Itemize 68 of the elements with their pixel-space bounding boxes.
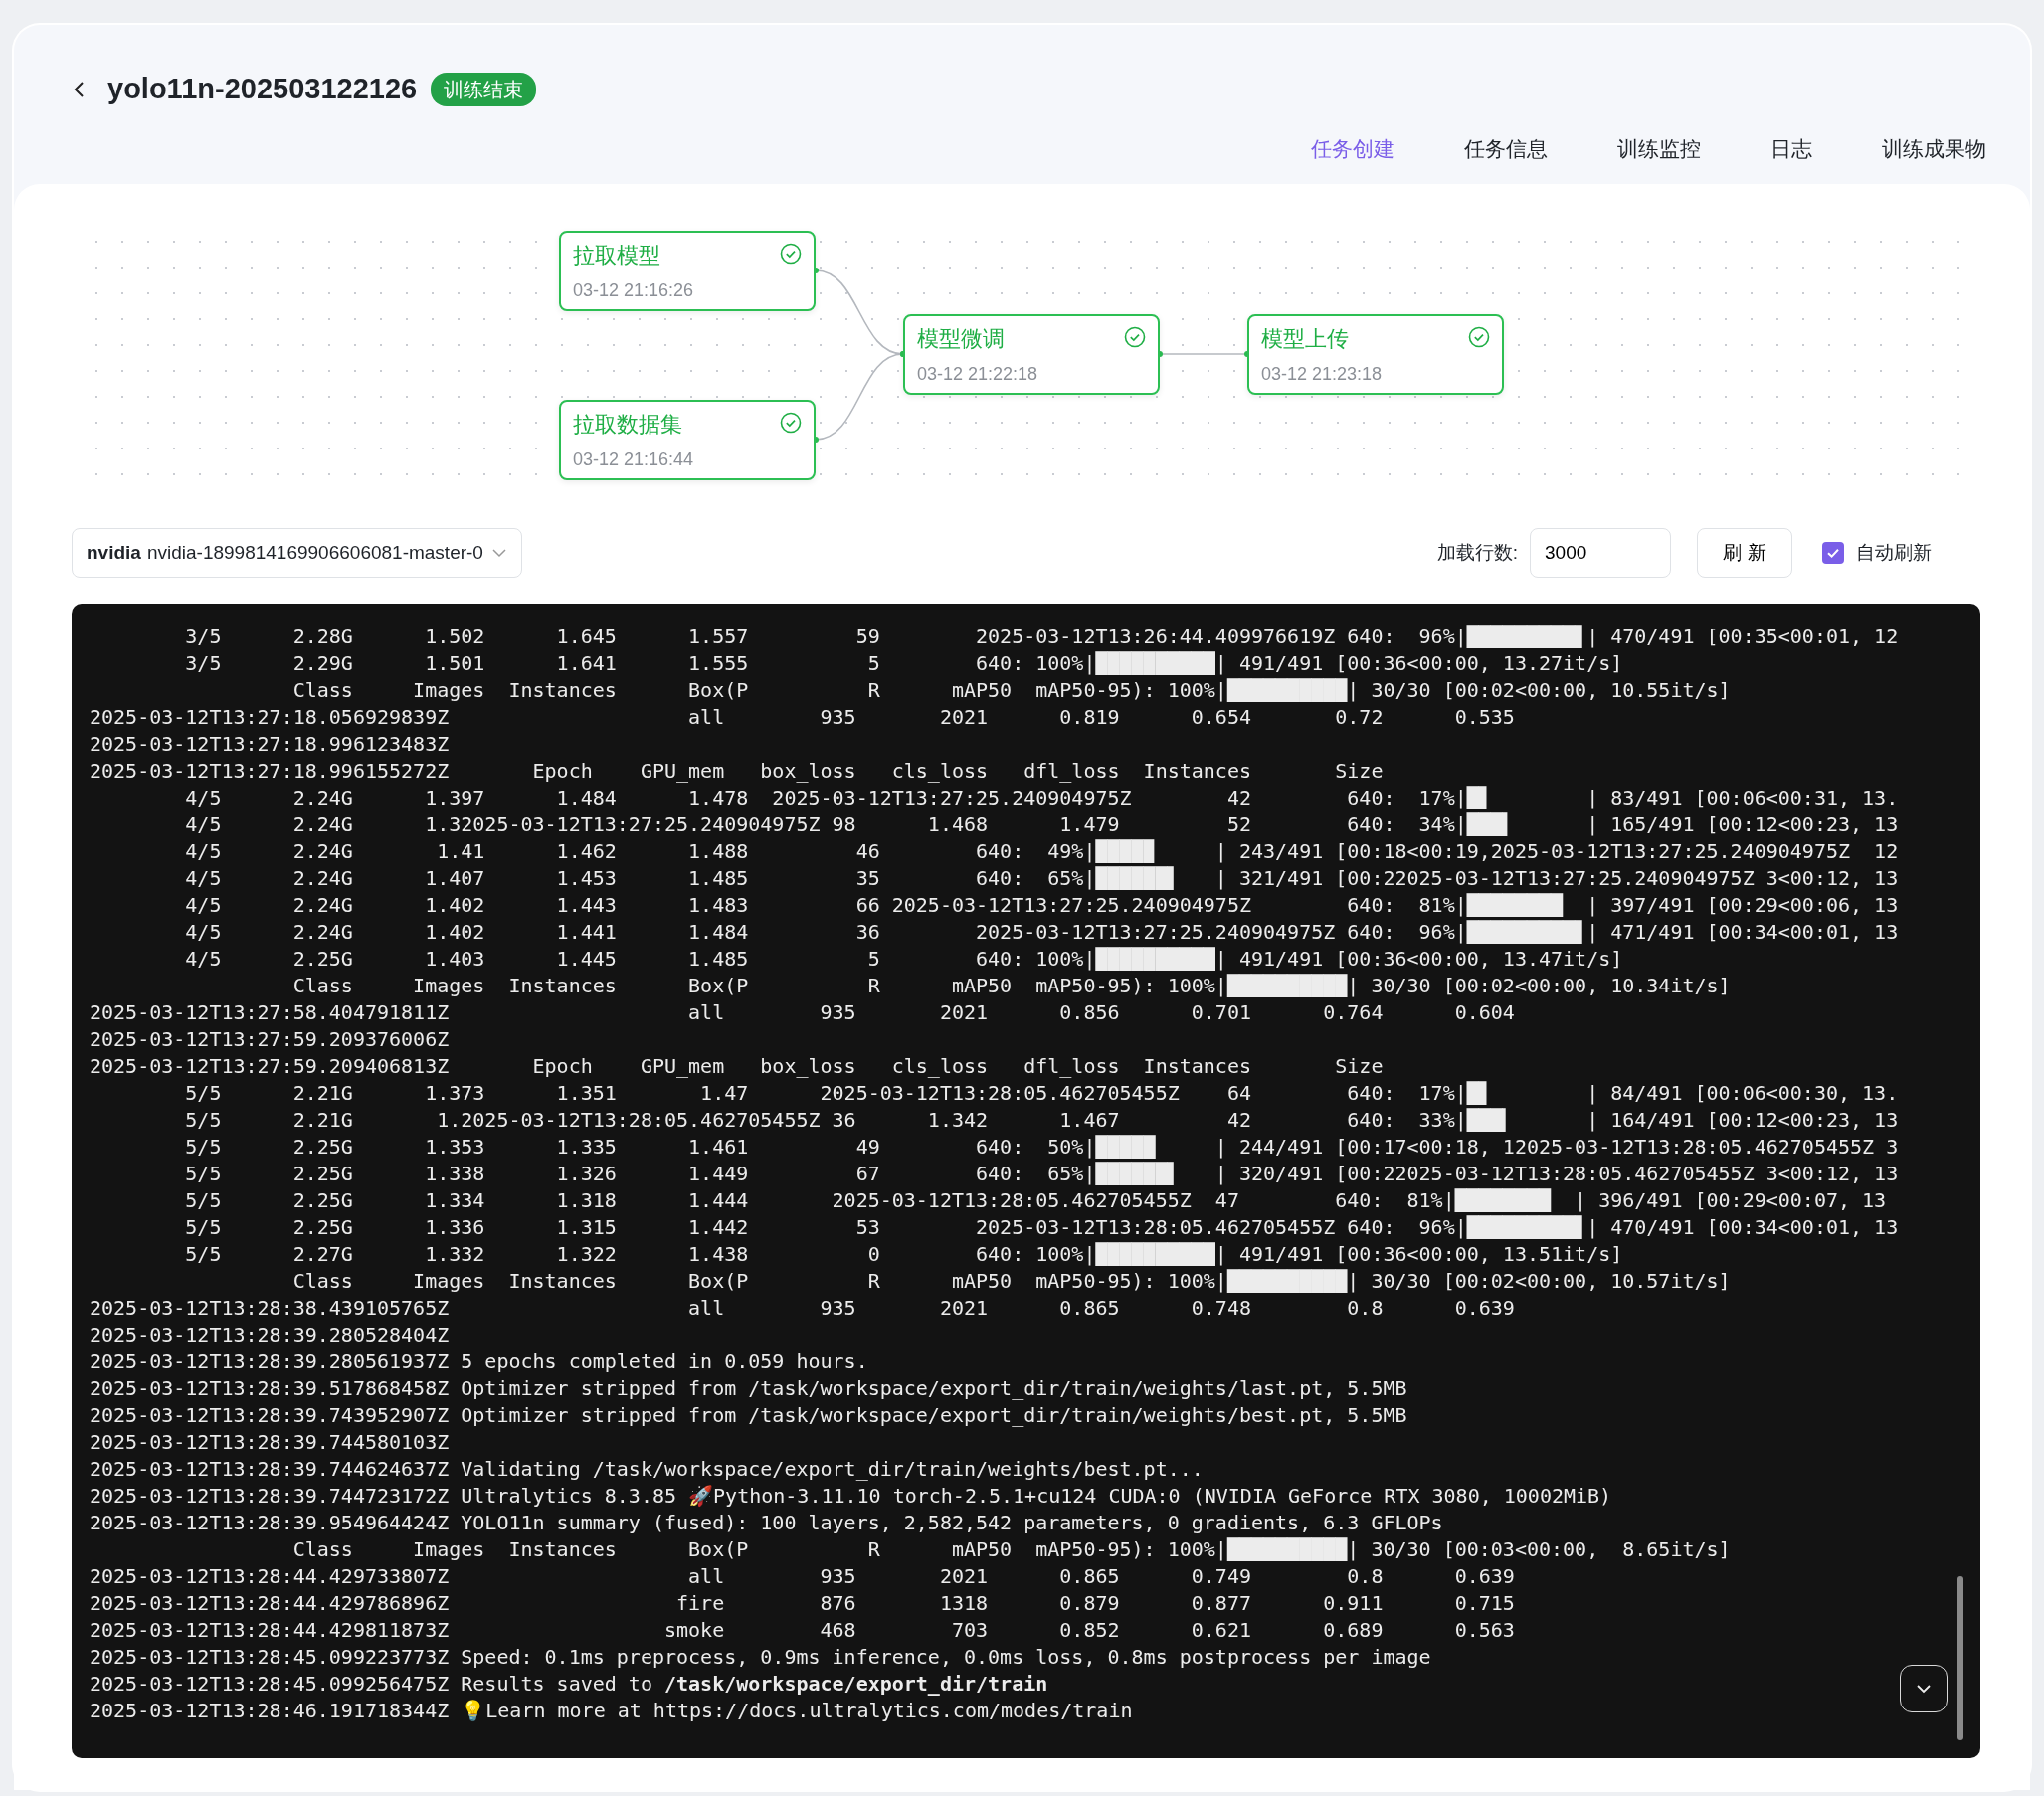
log-line: 4/5 2.24G 1.41 1.462 1.488 46 640: 49%|████▉ | 243/491 [00:18<00:19,2025-03-12T13:27:25.240904975Z 12 [184, 838, 1899, 865]
log-line: Class Images Instances Box(P R mAP50 mAP50-95): 100%|██████████| 30/30 [00:02<00:00, 10.34it/s] [291, 973, 1731, 999]
check-circle-icon [780, 243, 802, 265]
node-title: 拉取模型 [573, 242, 660, 269]
lines-label: 加载行数: [1436, 540, 1518, 565]
log-line: 2025-03-12T13:27:18.996155272Z Epoch GPU_mem box_loss cls_loss dfl_loss Instances Size [90, 758, 1384, 785]
check-circle-icon [1468, 326, 1490, 348]
tab[interactable]: 日志 [1701, 128, 1812, 168]
source-select[interactable]: nvidia nvidia-1899814169906606081-master-0 [72, 528, 522, 578]
log-line: 4/5 2.24G 1.407 1.453 1.485 35 640: 65%|██████▌ | 321/491 [00:22025-03-12T13:27:25.240904975Z 3<00:12, 13 [184, 865, 1899, 892]
scroll-down-button[interactable] [1900, 1665, 1948, 1712]
log-line: 2025-03-12T13:28:39.744723172Z Ultralytics 8.3.85 🚀Python-3.11.10 torch-2.5.1+cu124 CUDA:0 (NVIDIA GeForce RTX 3080, 10002MiB) [90, 1483, 1612, 1510]
log-line: 4/5 2.24G 1.402 1.443 1.483 66 2025-03-12T13:27:25.240904975Z 640: 81%|████████ | 397/491 [00:29<00:06, 13 [184, 892, 1899, 919]
log-line: 2025-03-12T13:27:59.209376006Z [90, 1026, 450, 1053]
tab[interactable]: 任务信息 [1394, 128, 1548, 168]
log-line: Class Images Instances Box(P R mAP50 mAP50-95): 100%|██████████| 30/30 [00:02<00:00, 10.55it/s] [291, 677, 1731, 704]
lines-input[interactable]: 3000 [1530, 528, 1671, 578]
log-line: 5/5 2.25G 1.338 1.326 1.449 67 640: 65%|██████▌ | 320/491 [00:22025-03-12T13:28:05.462705455Z 3<00:12, 13 [184, 1161, 1899, 1187]
log-line: 4/5 2.25G 1.403 1.445 1.485 5 640: 100%|██████████| 491/491 [00:36<00:00, 13.47it/s] [184, 946, 1623, 973]
scrollbar-thumb[interactable] [1957, 1576, 1963, 1740]
node-time: 03-12 21:16:26 [573, 279, 694, 302]
node-time: 03-12 21:23:18 [1261, 363, 1383, 386]
log-line: 2025-03-12T13:28:45.099223773Z Speed: 0.1ms preprocess, 0.9ms inference, 0.0ms loss, 0.8ms postprocess per image [90, 1644, 1431, 1671]
log-line: 4/5 2.24G 1.32025-03-12T13:27:25.240904975Z 98 1.468 1.479 52 640: 34%|███▍ | 165/491 [00:12<00:23, 13 [184, 811, 1899, 838]
log-line: 4/5 2.24G 1.397 1.484 1.478 2025-03-12T13:27:25.240904975Z 42 640: 17%|█▋ | 83/491 [00:06<00:31, 13. [184, 785, 1899, 811]
log-line: 2025-03-12T13:28:39.280528404Z [90, 1322, 450, 1348]
page-title: yolo11n-202503122126 [107, 72, 418, 106]
log-line: 2025-03-12T13:27:18.996123483Z [90, 731, 450, 758]
log-line: 4/5 2.24G 1.402 1.441 1.484 36 2025-03-12T13:27:25.240904975Z 640: 96%|█████████▋| 471/491 [00:34<00:01, 13 [184, 919, 1899, 946]
log-line: Class Images Instances Box(P R mAP50 mAP50-95): 100%|██████████| 30/30 [00:03<00:00, 8.65it/s] [291, 1536, 1731, 1563]
check-circle-icon [1124, 326, 1146, 348]
refresh-button[interactable]: 刷 新 [1697, 528, 1792, 578]
log-line: 2025-03-12T13:28:38.439105765Z all 935 2021 0.865 0.748 0.8 0.639 [90, 1295, 1515, 1322]
log-line: 2025-03-12T13:28:39.517868458Z Optimizer stripped from /task/workspace/export_dir/train/weights/last.pt, 5.5MB [90, 1375, 1407, 1402]
log-line: 2025-03-12T13:28:39.744624637Z Validating /task/workspace/export_dir/train/weights/best.pt... [90, 1456, 1204, 1483]
auto-refresh-checkbox[interactable] [1822, 542, 1844, 564]
log-line: 2025-03-12T13:28:39.743952907Z Optimizer stripped from /task/workspace/export_dir/train/weights/best.pt, 5.5MB [90, 1402, 1407, 1429]
log-line: 2025-03-12T13:28:44.429733807Z all 935 2021 0.865 0.749 0.8 0.639 [90, 1563, 1515, 1590]
log-line: 3/5 2.28G 1.502 1.645 1.557 59 2025-03-12T13:26:44.409976619Z 640: 96%|█████████▋| 470/491 [00:35<00:01, 12 [184, 624, 1899, 650]
log-line: 2025-03-12T13:28:39.954964424Z YOLO11n summary (fused): 100 layers, 2,582,542 parameters, 0 gradients, 6.3 GFLOPs [90, 1510, 1443, 1536]
node-title: 模型微调 [917, 325, 1005, 353]
log-line: 2025-03-12T13:28:39.744580103Z [90, 1429, 450, 1456]
log-line: 2025-03-12T13:28:45.099256475Z Results saved to /task/workspace/export_dir/train [90, 1671, 1048, 1698]
log-line: 2025-03-12T13:27:58.404791811Z all 935 2021 0.856 0.701 0.764 0.604 [90, 999, 1515, 1026]
status-badge: 训练结束 [431, 72, 537, 106]
log-line: 5/5 2.25G 1.334 1.318 1.444 2025-03-12T13:28:05.462705455Z 47 640: 81%|████████ | 396/491 [00:29<00:07, 13 [184, 1187, 1887, 1214]
auto-refresh-label[interactable]: 自动刷新 [1856, 538, 1932, 568]
tab[interactable]: 训练成果物 [1812, 128, 1986, 168]
log-line: 2025-03-12T13:27:18.056929839Z all 935 2021 0.819 0.654 0.72 0.535 [90, 704, 1515, 731]
log-line: 2025-03-12T13:27:59.209406813Z Epoch GPU_mem box_loss cls_loss dfl_loss Instances Size [90, 1053, 1384, 1080]
log-line: 5/5 2.25G 1.353 1.335 1.461 49 640: 50%|█████ | 244/491 [00:17<00:18, 12025-03-12T13:28:05.462705455Z 3 [184, 1134, 1899, 1161]
log-line: 2025-03-12T13:28:39.280561937Z 5 epochs completed in 0.059 hours. [90, 1348, 868, 1375]
log-line: 2025-03-12T13:28:44.429786896Z fire 876 1318 0.879 0.877 0.911 0.715 [90, 1590, 1515, 1617]
log-line: 5/5 2.21G 1.373 1.351 1.47 2025-03-12T13:28:05.462705455Z 64 640: 17%|█▋ | 84/491 [00:06<00:30, 13. [184, 1080, 1899, 1107]
node-time: 03-12 21:16:44 [573, 449, 694, 471]
log-line: 5/5 2.27G 1.332 1.322 1.438 0 640: 100%|██████████| 491/491 [00:36<00:00, 13.51it/s] [184, 1241, 1623, 1268]
log-line: 5/5 2.25G 1.336 1.315 1.442 53 2025-03-12T13:28:05.462705455Z 640: 96%|█████████▋| 470/491 [00:34<00:01, 13 [184, 1214, 1899, 1241]
log-line: 2025-03-12T13:28:46.191718344Z 💡Learn more at https://docs.ultralytics.com/modes/train [90, 1698, 1133, 1724]
log-line: 2025-03-12T13:28:44.429811873Z smoke 468 703 0.852 0.621 0.689 0.563 [90, 1617, 1515, 1644]
tab[interactable]: 训练监控 [1548, 128, 1701, 168]
node-title: 模型上传 [1261, 325, 1349, 353]
log-line: Class Images Instances Box(P R mAP50 mAP50-95): 100%|██████████| 30/30 [00:02<00:00, 10.57it/s] [291, 1268, 1731, 1295]
log-line: 5/5 2.21G 1.2025-03-12T13:28:05.462705455Z 36 1.342 1.467 42 640: 33%|███▎ | 164/491 [00:12<00:23, 13 [184, 1107, 1899, 1134]
tab[interactable]: 任务创建 [1241, 128, 1394, 168]
node-title: 拉取数据集 [573, 411, 682, 439]
node-time: 03-12 21:22:18 [917, 363, 1038, 386]
check-circle-icon [780, 412, 802, 434]
log-line: 3/5 2.29G 1.501 1.641 1.555 5 640: 100%|██████████| 491/491 [00:36<00:00, 13.27it/s] [184, 650, 1623, 677]
